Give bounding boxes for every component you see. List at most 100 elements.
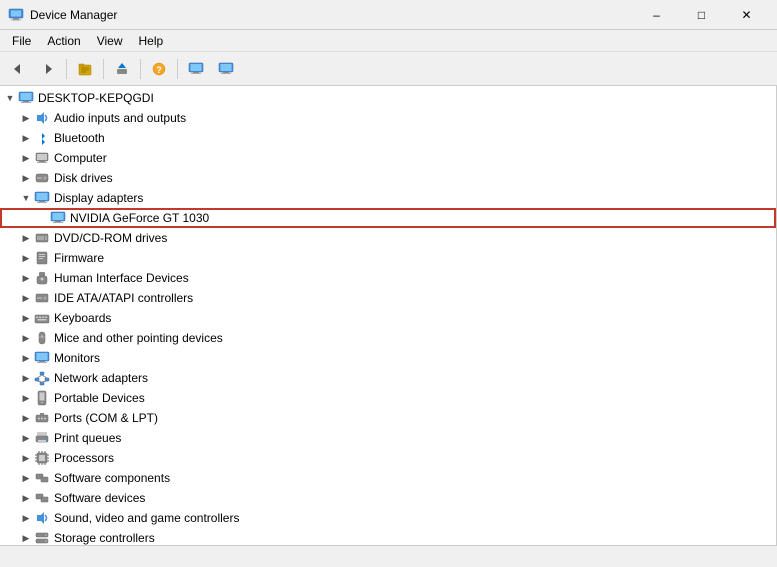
menu-action[interactable]: Action bbox=[39, 30, 88, 52]
dvd-label: DVD/CD-ROM drives bbox=[54, 231, 167, 245]
menu-bar: File Action View Help bbox=[0, 30, 777, 52]
keyboards-label: Keyboards bbox=[54, 311, 111, 325]
close-button[interactable]: ✕ bbox=[724, 0, 769, 30]
processors-expander[interactable]: ▶ bbox=[18, 450, 34, 466]
tree-item-dvd[interactable]: ▶ DVD/CD-ROM drives bbox=[0, 228, 776, 248]
portable-icon bbox=[34, 390, 50, 406]
storage-expander[interactable]: ▶ bbox=[18, 530, 34, 545]
tree-item-display[interactable]: ▼ Display adapters bbox=[0, 188, 776, 208]
maximize-button[interactable]: □ bbox=[679, 0, 724, 30]
status-bar bbox=[0, 545, 777, 567]
computer-label: Computer bbox=[54, 151, 107, 165]
dvd-icon bbox=[34, 230, 50, 246]
firmware-icon bbox=[34, 250, 50, 266]
hid-icon bbox=[34, 270, 50, 286]
menu-file[interactable]: File bbox=[4, 30, 39, 52]
swcomponents-expander[interactable]: ▶ bbox=[18, 470, 34, 486]
display1-button[interactable] bbox=[182, 55, 210, 83]
hid-expander[interactable]: ▶ bbox=[18, 270, 34, 286]
swdevices-expander[interactable]: ▶ bbox=[18, 490, 34, 506]
title-bar: Device Manager – □ ✕ bbox=[0, 0, 777, 30]
title-bar-title: Device Manager bbox=[30, 8, 117, 22]
tree-item-disk[interactable]: ▶ Disk drives bbox=[0, 168, 776, 188]
mouse-icon bbox=[34, 330, 50, 346]
tree-item-monitors[interactable]: ▶ Monitors bbox=[0, 348, 776, 368]
mice-label: Mice and other pointing devices bbox=[54, 331, 223, 345]
tree-item-ports[interactable]: ▶ Ports (COM & LPT) bbox=[0, 408, 776, 428]
tree-item-mice[interactable]: ▶ Mice and other pointing devices bbox=[0, 328, 776, 348]
bluetooth-label: Bluetooth bbox=[54, 131, 105, 145]
tree-item-bluetooth[interactable]: ▶ Bluetooth bbox=[0, 128, 776, 148]
ide-icon bbox=[34, 290, 50, 306]
app-icon bbox=[8, 7, 24, 23]
print-expander[interactable]: ▶ bbox=[18, 430, 34, 446]
audio-expander[interactable]: ▶ bbox=[18, 110, 34, 126]
minimize-button[interactable]: – bbox=[634, 0, 679, 30]
dvd-expander[interactable]: ▶ bbox=[18, 230, 34, 246]
back-button[interactable] bbox=[4, 55, 32, 83]
computer-expander[interactable]: ▶ bbox=[18, 150, 34, 166]
network-expander[interactable]: ▶ bbox=[18, 370, 34, 386]
network-icon bbox=[34, 370, 50, 386]
display-expander[interactable]: ▼ bbox=[18, 190, 34, 206]
menu-view[interactable]: View bbox=[89, 30, 131, 52]
ports-expander[interactable]: ▶ bbox=[18, 410, 34, 426]
update-driver-icon bbox=[114, 61, 130, 77]
disk-expander[interactable]: ▶ bbox=[18, 170, 34, 186]
tree-item-swcomponents[interactable]: ▶ Software components bbox=[0, 468, 776, 488]
tree-item-audio[interactable]: ▶ Audio inputs and outputs bbox=[0, 108, 776, 128]
display2-button[interactable] bbox=[212, 55, 240, 83]
properties-icon bbox=[77, 61, 93, 77]
device-tree[interactable]: ▼ DESKTOP-KEPQGDI ▶ Audio inputs and bbox=[0, 86, 777, 545]
tree-item-hid[interactable]: ▶ Human Interface Devices bbox=[0, 268, 776, 288]
display2-icon bbox=[218, 61, 234, 77]
tree-item-swdevices[interactable]: ▶ Software devices bbox=[0, 488, 776, 508]
monitors-icon bbox=[34, 350, 50, 366]
ide-expander[interactable]: ▶ bbox=[18, 290, 34, 306]
toolbar-separator-3 bbox=[140, 59, 141, 79]
keyboards-expander[interactable]: ▶ bbox=[18, 310, 34, 326]
tree-item-keyboards[interactable]: ▶ Keyboards bbox=[0, 308, 776, 328]
sound-expander[interactable]: ▶ bbox=[18, 510, 34, 526]
tree-item-computer[interactable]: ▶ Computer bbox=[0, 148, 776, 168]
title-bar-left: Device Manager bbox=[8, 7, 117, 23]
properties-button[interactable] bbox=[71, 55, 99, 83]
portable-expander[interactable]: ▶ bbox=[18, 390, 34, 406]
swcomponents-icon bbox=[34, 470, 50, 486]
swdevices-label: Software devices bbox=[54, 491, 145, 505]
tree-item-processors[interactable]: ▶ Proces bbox=[0, 448, 776, 468]
storage-icon bbox=[34, 530, 50, 545]
help-button[interactable]: ? bbox=[145, 55, 173, 83]
print-label: Print queues bbox=[54, 431, 121, 445]
audio-label: Audio inputs and outputs bbox=[54, 111, 186, 125]
tree-item-firmware[interactable]: ▶ Firmware bbox=[0, 248, 776, 268]
tree-item-network[interactable]: ▶ Network adapters bbox=[0, 368, 776, 388]
toolbar-separator-4 bbox=[177, 59, 178, 79]
audio-icon bbox=[34, 110, 50, 126]
tree-item-nvidia[interactable]: ▶ NVIDIA GeForce GT 1030 bbox=[0, 208, 776, 228]
toolbar-separator-1 bbox=[66, 59, 67, 79]
title-bar-controls: – □ ✕ bbox=[634, 0, 769, 30]
processors-icon bbox=[34, 450, 50, 466]
firmware-expander[interactable]: ▶ bbox=[18, 250, 34, 266]
tree-item-storage[interactable]: ▶ Storage controllers bbox=[0, 528, 776, 545]
storage-label: Storage controllers bbox=[54, 531, 155, 545]
tree-root[interactable]: ▼ DESKTOP-KEPQGDI bbox=[0, 88, 776, 108]
mice-expander[interactable]: ▶ bbox=[18, 330, 34, 346]
tree-item-ide[interactable]: ▶ IDE ATA/ATAPI controllers bbox=[0, 288, 776, 308]
menu-help[interactable]: Help bbox=[131, 30, 172, 52]
bluetooth-expander[interactable]: ▶ bbox=[18, 130, 34, 146]
swdevices-icon bbox=[34, 490, 50, 506]
tree-item-sound[interactable]: ▶ Sound, video and game controllers bbox=[0, 508, 776, 528]
root-expander[interactable]: ▼ bbox=[2, 90, 18, 106]
forward-button[interactable] bbox=[34, 55, 62, 83]
update-driver-button[interactable] bbox=[108, 55, 136, 83]
back-icon bbox=[10, 61, 26, 77]
monitors-expander[interactable]: ▶ bbox=[18, 350, 34, 366]
firmware-label: Firmware bbox=[54, 251, 104, 265]
tree-item-print[interactable]: ▶ Print queues bbox=[0, 428, 776, 448]
disk-icon bbox=[34, 170, 50, 186]
ports-label: Ports (COM & LPT) bbox=[54, 411, 158, 425]
tree-item-portable[interactable]: ▶ Portable Devices bbox=[0, 388, 776, 408]
print-icon bbox=[34, 430, 50, 446]
